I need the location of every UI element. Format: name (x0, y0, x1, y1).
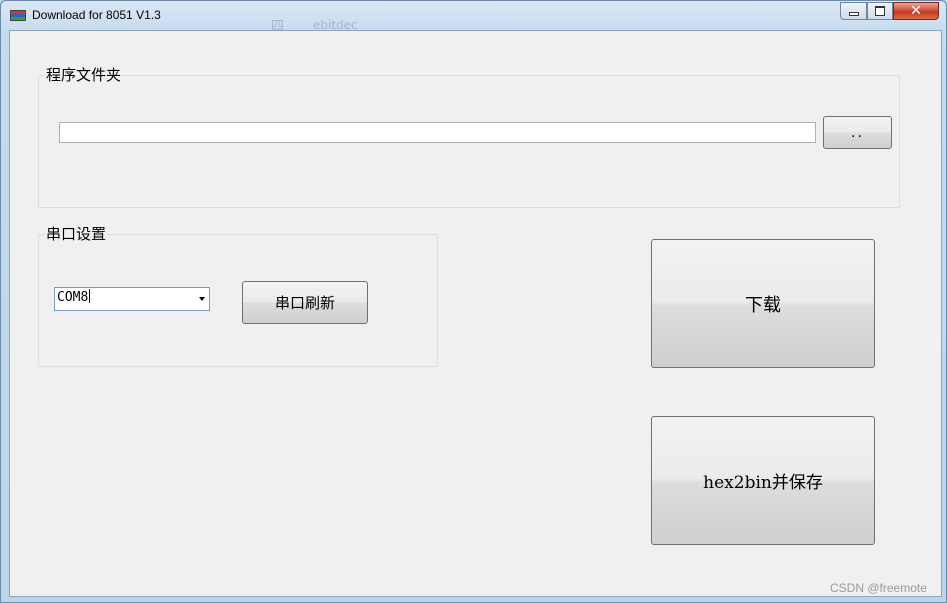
minimize-button[interactable] (840, 2, 867, 20)
folder-path-input[interactable] (59, 122, 816, 143)
serial-settings-label: 串口设置 (45, 223, 108, 244)
app-window: Download for 8051 V1.3 四 ebitdec ✕ 程序文件夹… (0, 0, 947, 603)
program-folder-label: 程序文件夹 (45, 64, 123, 85)
chevron-down-icon[interactable] (199, 297, 205, 301)
maximize-icon (875, 6, 885, 16)
hex2bin-save-button[interactable]: hex2bin并保存 (651, 416, 875, 545)
download-button[interactable]: 下载 (651, 239, 875, 368)
browse-button[interactable]: .. (823, 116, 892, 149)
app-icon (10, 10, 26, 21)
client-area: 程序文件夹 .. 串口设置 COM8 串口刷新 下载 hex2bin并保存 (9, 30, 942, 597)
minimize-icon (848, 12, 859, 16)
close-button[interactable]: ✕ (893, 2, 939, 20)
title-bar[interactable]: Download for 8051 V1.3 四 ebitdec ✕ (1, 1, 946, 34)
close-icon: ✕ (910, 3, 922, 19)
maximize-button[interactable] (867, 2, 893, 20)
port-select[interactable]: COM8 (54, 287, 210, 311)
watermark: CSDN @freemote (830, 581, 927, 595)
refresh-ports-button[interactable]: 串口刷新 (242, 281, 368, 324)
port-select-value: COM8 (57, 289, 91, 305)
window-title: Download for 8051 V1.3 (32, 8, 161, 22)
